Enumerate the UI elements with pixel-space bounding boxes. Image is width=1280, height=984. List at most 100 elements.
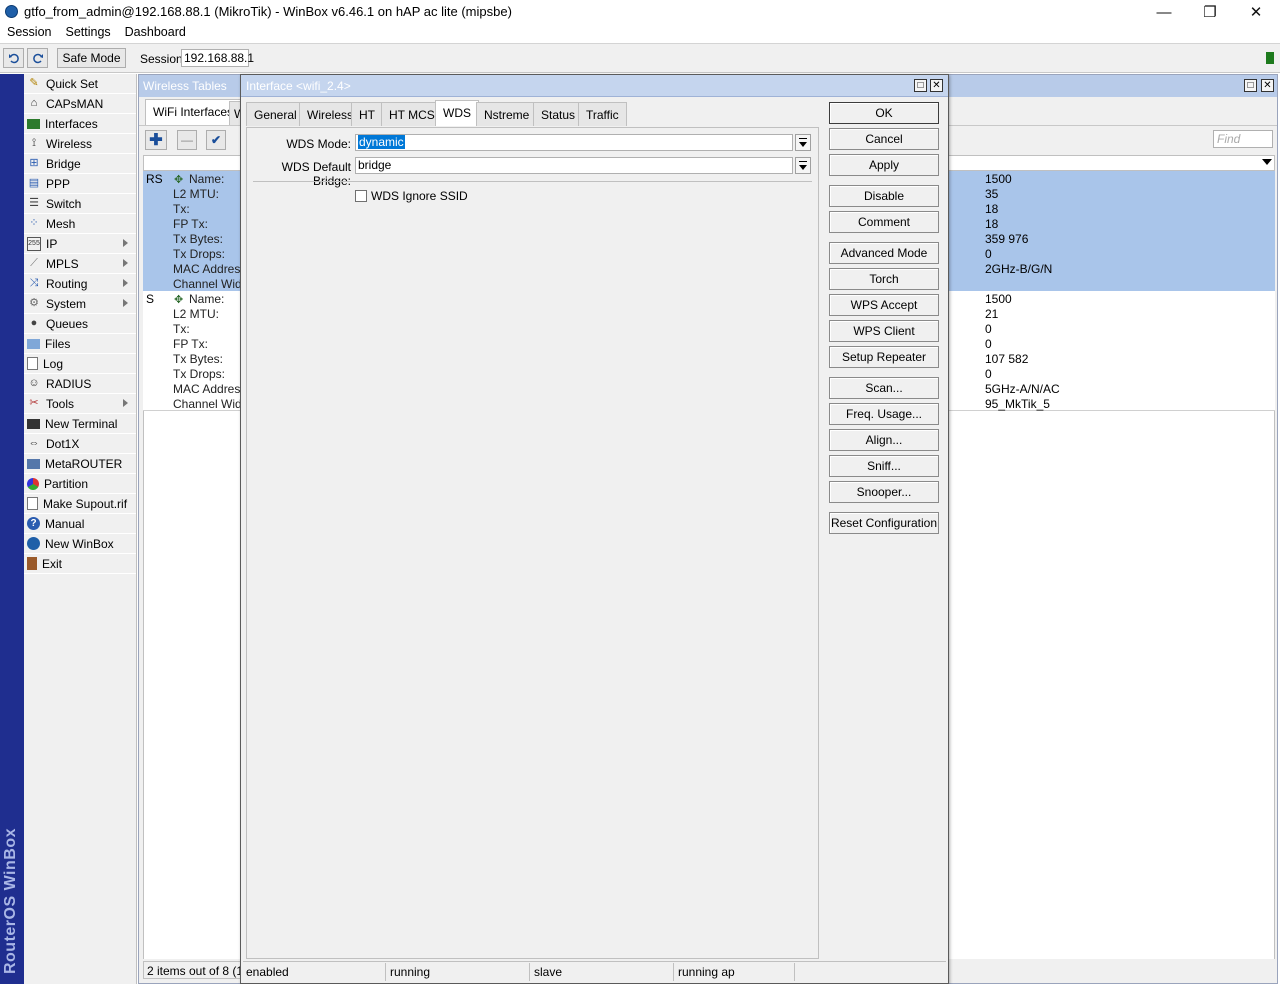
switch-icon: ☰ [29,197,39,209]
disable-button[interactable]: Disable [829,185,939,207]
snooper-button[interactable]: Snooper... [829,481,939,503]
sidebar-item-switch[interactable]: ☰ Switch [24,194,136,214]
sidebar-item-new-terminal[interactable]: New Terminal [24,414,136,434]
sidebar-item-wireless[interactable]: ⟟ Wireless [24,134,136,154]
restore-window-button[interactable]: □ [1244,79,1257,92]
winbox-app-icon [5,5,18,18]
menu-dashboard[interactable]: Dashboard [118,24,193,42]
close-wireless-tables-button[interactable]: ✕ [1261,79,1274,92]
sidebar-item-make-supout[interactable]: Make Supout.rif [24,494,136,514]
sidebar-item-system[interactable]: ⚙ System [24,294,136,314]
quick-set-icon: ✎ [29,77,39,89]
row-value: 21 [985,307,999,321]
wds-mode-select[interactable]: dynamic [355,134,793,151]
redo-button[interactable] [27,48,48,68]
sidebar-item-bridge[interactable]: ⊞ Bridge [24,154,136,174]
scan-button[interactable]: Scan... [829,377,939,399]
sidebar-item-quick-set[interactable]: ✎ Quick Set [24,74,136,94]
submenu-arrow-icon [123,259,128,267]
menu-settings[interactable]: Settings [58,24,117,42]
sidebar-item-dot1x[interactable]: ⇔ Dot1X [24,434,136,454]
minimize-button[interactable]: — [1141,0,1187,24]
dialog-restore-button[interactable]: □ [914,79,927,92]
status-running: running [387,963,530,981]
system-icon: ⚙ [29,297,39,309]
tab-wds[interactable]: WDS [435,100,479,126]
close-window-button[interactable]: ✕ [1233,0,1279,24]
align-button[interactable]: Align... [829,429,939,451]
log-icon [27,357,38,370]
sidebar-item-radius[interactable]: ☺ RADIUS [24,374,136,394]
wireless-interface-icon: ✥ [174,174,184,186]
column-dropdown-icon[interactable] [1262,159,1272,165]
row-value: 0 [985,367,992,381]
sidebar-item-log[interactable]: Log [24,354,136,374]
routing-icon: ⤨ [29,277,39,289]
sidebar-item-metarouter[interactable]: MetaROUTER [24,454,136,474]
advanced-mode-button[interactable]: Advanced Mode [829,242,939,264]
tab-ht-mcs[interactable]: HT MCS [381,102,443,126]
reset-configuration-button[interactable]: Reset Configuration [829,512,939,534]
tab-nstreme[interactable]: Nstreme [476,102,538,126]
cancel-button[interactable]: Cancel [829,128,939,150]
row-value: 0 [985,322,992,336]
wds-mode-label: WDS Mode: [286,137,351,151]
chevron-down-icon [799,165,807,170]
tab-ht[interactable]: HT [351,102,383,126]
maximize-button[interactable]: ❐ [1187,0,1233,24]
tab-status[interactable]: Status [533,102,584,126]
row-label: MAC Address: [173,262,250,276]
main-toolbar: Safe Mode Session: 192.168.88.1 [0,43,1280,73]
supout-icon [27,497,38,510]
menubar: Session Settings Dashboard [0,24,1280,42]
remove-button[interactable]: — [177,130,197,150]
tab-general[interactable]: General [246,102,305,126]
sidebar-item-exit[interactable]: Exit [24,554,136,574]
enable-button[interactable]: ✔ [206,130,226,150]
sniff-button[interactable]: Sniff... [829,455,939,477]
wds-ignore-ssid-checkbox[interactable] [355,190,367,202]
safe-mode-button[interactable]: Safe Mode [57,48,126,68]
sidebar-item-ip[interactable]: 255 IP [24,234,136,254]
wds-bridge-dropdown-button[interactable] [795,157,811,174]
add-button[interactable]: ✚ [145,130,167,150]
tab-wifi-interfaces[interactable]: WiFi Interfaces [145,99,242,125]
wds-bridge-select[interactable]: bridge [355,157,793,174]
capsman-icon: ⌂ [30,97,38,109]
torch-button[interactable]: Torch [829,268,939,290]
sidebar-item-partition[interactable]: Partition [24,474,136,494]
freq-usage-button[interactable]: Freq. Usage... [829,403,939,425]
sidebar-item-tools[interactable]: ✂ Tools [24,394,136,414]
dialog-close-button[interactable]: ✕ [930,79,943,92]
tab-traffic[interactable]: Traffic [578,102,627,126]
row-value: 5GHz-A/N/AC [985,382,1060,396]
menu-session[interactable]: Session [0,24,58,42]
row-label: Tx Drops: [173,367,226,381]
setup-repeater-button[interactable]: Setup Repeater [829,346,939,368]
sidebar-item-capsman[interactable]: ⌂ CAPsMAN [24,94,136,114]
sidebar-item-manual[interactable]: ? Manual [24,514,136,534]
row-value: 35 [985,187,999,201]
find-input[interactable]: Find [1213,130,1273,148]
sidebar-item-routing[interactable]: ⤨ Routing [24,274,136,294]
exit-icon [27,557,37,570]
comment-button[interactable]: Comment [829,211,939,233]
row-label: L2 MTU: [173,307,220,321]
wds-mode-value: dynamic [358,135,405,149]
submenu-arrow-icon [123,299,128,307]
wps-accept-button[interactable]: WPS Accept [829,294,939,316]
sidebar-item-new-winbox[interactable]: New WinBox [24,534,136,554]
sidebar-item-mesh[interactable]: ⁘ Mesh [24,214,136,234]
status-slave: slave [531,963,674,981]
wps-client-button[interactable]: WPS Client [829,320,939,342]
sidebar-item-queues[interactable]: ● Queues [24,314,136,334]
ok-button[interactable]: OK [829,102,939,124]
sidebar-item-ppp[interactable]: ▤ PPP [24,174,136,194]
wds-mode-dropdown-button[interactable] [795,134,811,151]
sidebar-item-mpls[interactable]: ⟋ MPLS [24,254,136,274]
sidebar-item-interfaces[interactable]: Interfaces [24,114,136,134]
apply-button[interactable]: Apply [829,154,939,176]
sidebar-item-files[interactable]: Files [24,334,136,354]
undo-button[interactable] [3,48,24,68]
terminal-icon [27,418,40,429]
